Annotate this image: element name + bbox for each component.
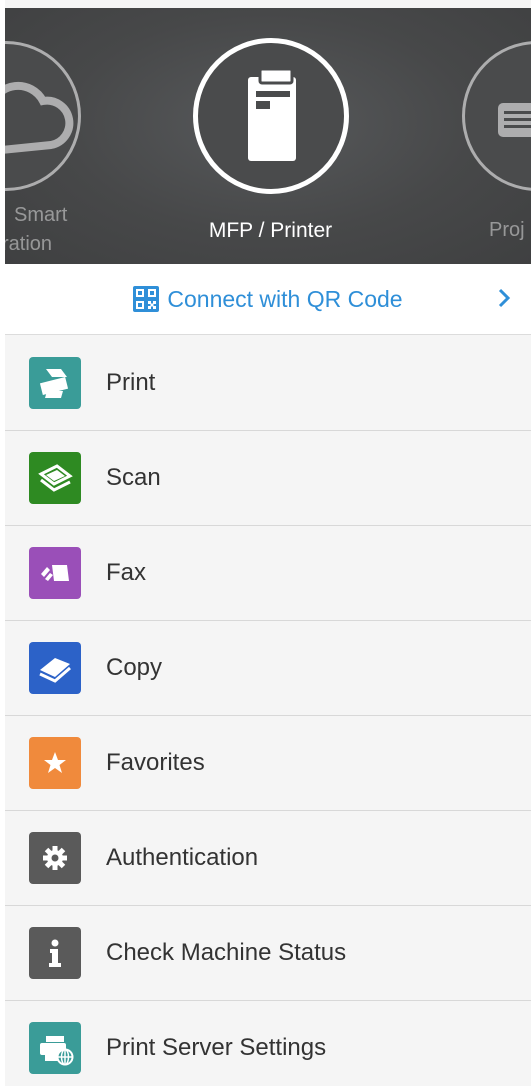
menu-item-print[interactable]: Print xyxy=(5,336,531,431)
print-icon xyxy=(29,357,81,409)
mfp-printer-icon xyxy=(248,67,296,161)
connect-qr-label: Connect with QR Code xyxy=(167,285,403,312)
copy-icon xyxy=(29,642,81,694)
carousel-item-projector[interactable] xyxy=(462,41,531,191)
print-server-icon xyxy=(29,1022,81,1074)
menu-item-scan[interactable]: Scan xyxy=(5,431,531,526)
menu-item-check-machine-status[interactable]: Check Machine Status xyxy=(5,906,531,1001)
scan-icon xyxy=(29,452,81,504)
chevron-right-icon xyxy=(497,286,511,315)
projector-icon xyxy=(498,103,531,137)
fax-icon xyxy=(29,547,81,599)
menu-item-label: Authentication xyxy=(106,844,259,871)
menu-item-copy[interactable]: Copy xyxy=(5,621,531,716)
connect-qr-row[interactable]: Connect with QR Code xyxy=(5,264,531,335)
gear-icon xyxy=(29,832,81,884)
menu-item-label: Print xyxy=(106,369,156,396)
carousel-item-mfp-printer[interactable] xyxy=(193,38,349,194)
cloud-icon xyxy=(5,81,74,154)
function-menu: Print Scan Fax Copy Favorites Authentica… xyxy=(5,336,531,1086)
menu-item-label: Check Machine Status xyxy=(106,939,347,966)
menu-item-label: Print Server Settings xyxy=(106,1034,327,1061)
qr-code-icon xyxy=(133,286,160,312)
menu-item-label: Favorites xyxy=(106,749,205,776)
app-screen: Smart ration MFP / Printer Proj Connect … xyxy=(5,0,531,1086)
menu-item-label: Copy xyxy=(106,654,163,681)
menu-item-favorites[interactable]: Favorites xyxy=(5,716,531,811)
menu-item-fax[interactable]: Fax xyxy=(5,526,531,621)
device-carousel[interactable]: Smart ration MFP / Printer Proj xyxy=(5,8,531,264)
menu-item-authentication[interactable]: Authentication xyxy=(5,811,531,906)
menu-item-label: Fax xyxy=(106,559,147,586)
carousel-item-smart-integration[interactable] xyxy=(5,41,81,191)
info-icon xyxy=(29,927,81,979)
star-icon xyxy=(29,737,81,789)
menu-item-label: Scan xyxy=(106,464,161,491)
menu-item-print-server-settings[interactable]: Print Server Settings xyxy=(5,1001,531,1086)
carousel-center-label: MFP / Printer xyxy=(208,219,333,242)
carousel-right-label: Proj xyxy=(489,219,525,241)
